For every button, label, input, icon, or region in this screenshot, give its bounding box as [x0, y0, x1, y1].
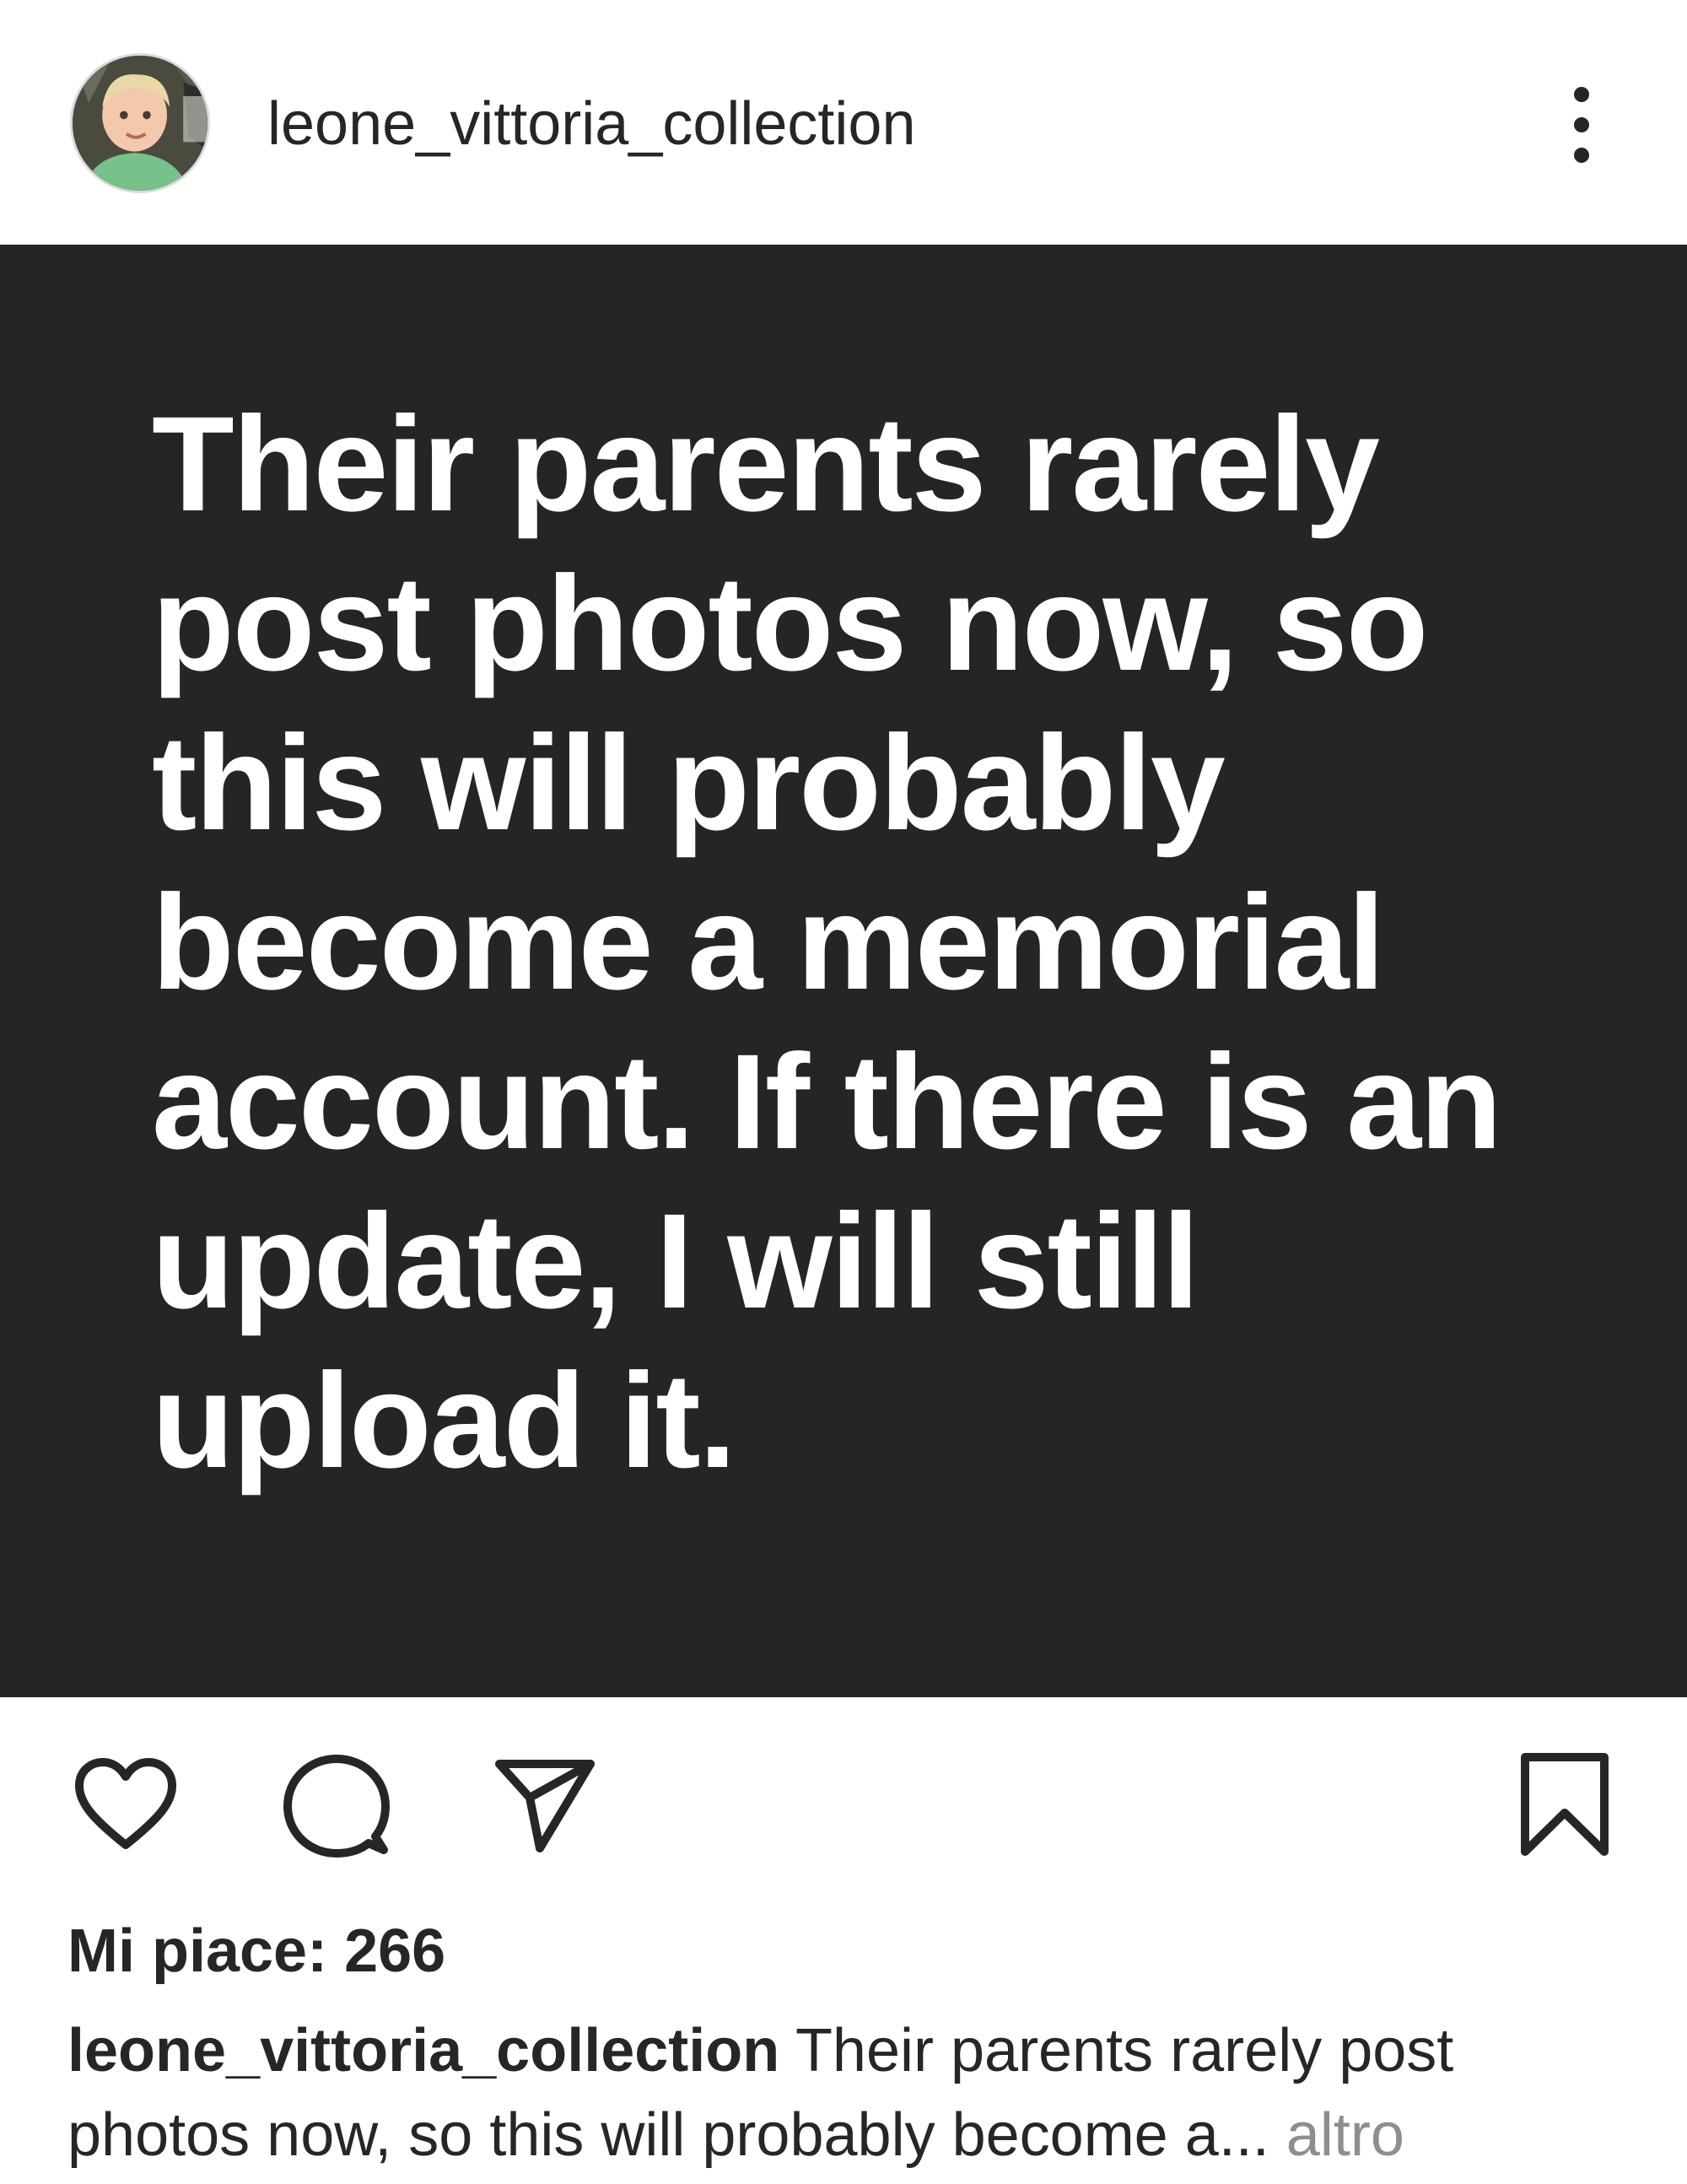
caption-username[interactable]: leone_vittoria_collection	[67, 2017, 779, 2084]
more-options-button[interactable]	[1556, 83, 1607, 167]
post-header: leone_vittoria_collection	[0, 0, 1687, 245]
comment-button[interactable]	[281, 1750, 391, 1860]
more-vertical-icon	[1574, 87, 1589, 163]
post-username[interactable]: leone_vittoria_collection	[267, 89, 915, 159]
save-button[interactable]	[1510, 1750, 1620, 1860]
likes-count[interactable]: Mi piace: 266	[67, 1913, 445, 1989]
child-avatar-image	[73, 56, 208, 191]
like-button[interactable]	[71, 1750, 181, 1860]
comment-icon	[283, 1755, 390, 1858]
bookmark-icon	[1521, 1753, 1609, 1856]
post-actions-bar	[0, 1697, 1687, 1908]
post-caption: leone_vittoria_collection Their parents …	[67, 2009, 1653, 2177]
share-button[interactable]	[489, 1750, 599, 1860]
caption-text-line1: Their parents rarely post	[795, 2017, 1454, 2084]
caption-text-line2: photos now, so this will probably become…	[67, 2101, 1269, 2169]
caption-more-link[interactable]: altro	[1286, 2101, 1404, 2169]
send-icon	[495, 1760, 595, 1852]
heart-icon	[75, 1758, 176, 1849]
post-image-text: Their parents rarely post photos now, so…	[152, 388, 1502, 1496]
profile-avatar[interactable]	[70, 53, 210, 193]
